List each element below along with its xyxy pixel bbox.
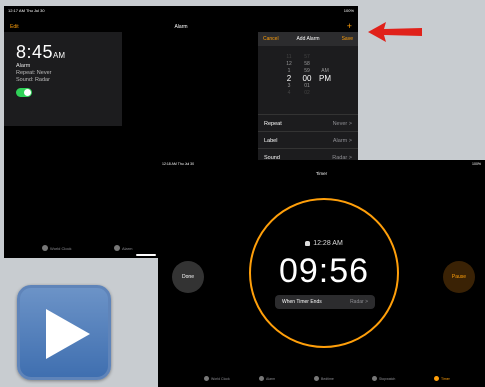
picker-value: 01 [304, 83, 310, 89]
time-picker[interactable]: 11 12 1 2 3 4 57 58 59 00 01 02 AM PM [258, 46, 358, 114]
play-icon [46, 309, 90, 359]
tab-label: Timer [441, 376, 450, 381]
selected-hour: 2 [286, 74, 292, 83]
status-time: 12:18 AM Thu Jul 30 [162, 162, 195, 166]
play-button[interactable] [17, 285, 111, 380]
status-bar: 12:17 AM Thu Jul 30 100% [4, 6, 358, 16]
picker-value: 02 [304, 90, 310, 96]
globe-icon [204, 376, 209, 381]
timer-icon [434, 376, 439, 381]
alarm-time: 8:45AM [16, 42, 110, 63]
timer-screenshot: 12:18 AM Thu Jul 30 100% Timer Done Paus… [158, 160, 485, 387]
row-label: Repeat [264, 121, 282, 127]
picker-value: 4 [287, 90, 291, 96]
status-time: 12:17 AM Thu Jul 30 [8, 8, 45, 13]
tab-label: Bedtime [321, 376, 334, 381]
tab-bar: World Clock Alarm Bedtime Stopwatch Time… [158, 373, 485, 387]
tab-stopwatch[interactable]: Stopwatch [372, 376, 395, 381]
tab-label: Stopwatch [379, 376, 396, 381]
picker-value: 3 [287, 83, 291, 89]
picker-value: 58 [304, 61, 310, 67]
tab-alarm[interactable]: Alarm [114, 245, 132, 251]
tab-label: World Clock [50, 245, 72, 251]
selected-ampm: PM [319, 74, 331, 83]
label-row[interactable]: Label Alarm > [258, 131, 358, 148]
alarm-time-value: 8:45 [16, 42, 54, 62]
picker-value: 12 [286, 61, 292, 67]
done-button[interactable]: Done [172, 261, 204, 293]
globe-icon [42, 245, 48, 251]
alarm-item[interactable]: 8:45AM Alarm Repeat: Never Sound: Radar [4, 32, 122, 126]
tab-alarm[interactable]: Alarm [259, 376, 275, 381]
when-ends-label: When Timer Ends [282, 299, 322, 305]
row-value: Never > [332, 121, 352, 127]
end-time-value: 12:28 AM [313, 240, 343, 247]
selected-minute: 00 [302, 74, 312, 83]
ampm-wheel[interactable]: AM PM [318, 68, 332, 83]
page-title: Alarm [174, 24, 188, 30]
when-timer-ends-button[interactable]: When Timer Ends Radar > [275, 295, 375, 309]
tab-timer[interactable]: Timer [434, 376, 450, 381]
countdown: 09:56 [278, 252, 370, 290]
end-time: 12:28 AM [251, 240, 397, 247]
stopwatch-icon [372, 376, 377, 381]
row-value: Alarm > [332, 138, 352, 144]
alarm-clock-icon [114, 245, 120, 251]
battery-status: 100% [343, 8, 354, 13]
tab-world-clock[interactable]: World Clock [204, 376, 230, 381]
tab-label: World Clock [211, 376, 230, 381]
bed-icon [314, 376, 319, 381]
hour-wheel[interactable]: 11 12 1 2 3 4 [282, 54, 296, 97]
red-arrow-icon [368, 22, 422, 42]
save-button[interactable]: Save [342, 36, 353, 42]
home-indicator [136, 254, 156, 256]
alarm-enabled-toggle[interactable] [16, 88, 32, 97]
tab-world-clock[interactable]: World Clock [42, 245, 72, 251]
add-alarm-button[interactable]: + [347, 21, 352, 31]
sheet-header: Cancel Add Alarm Save [258, 32, 358, 46]
row-label: Label [264, 138, 278, 144]
alarm-clock-icon [259, 376, 264, 381]
repeat-row[interactable]: Repeat Never > [258, 114, 358, 131]
tab-label: Alarm [266, 376, 276, 381]
battery-status: 100% [472, 162, 481, 166]
minute-wheel[interactable]: 57 58 59 00 01 02 [300, 54, 314, 97]
timer-progress-ring: 12:28 AM 09:56 When Timer Ends Radar > [249, 198, 399, 348]
tab-label: Alarm [122, 245, 133, 251]
status-bar: 12:18 AM Thu Jul 30 100% [158, 160, 485, 168]
bell-icon [305, 240, 311, 246]
alarm-sound: Sound: Radar [16, 77, 50, 83]
page-title: Timer [315, 171, 328, 176]
alarm-ampm: AM [53, 51, 66, 60]
when-ends-value: Radar > [350, 299, 368, 305]
picker-value: 11 [286, 54, 292, 60]
alarm-label: Alarm [16, 63, 31, 69]
pause-button[interactable]: Pause [443, 261, 475, 293]
alarm-repeat: Repeat: Never [16, 70, 52, 76]
picker-value: 57 [304, 54, 310, 60]
tab-bedtime[interactable]: Bedtime [314, 376, 334, 381]
